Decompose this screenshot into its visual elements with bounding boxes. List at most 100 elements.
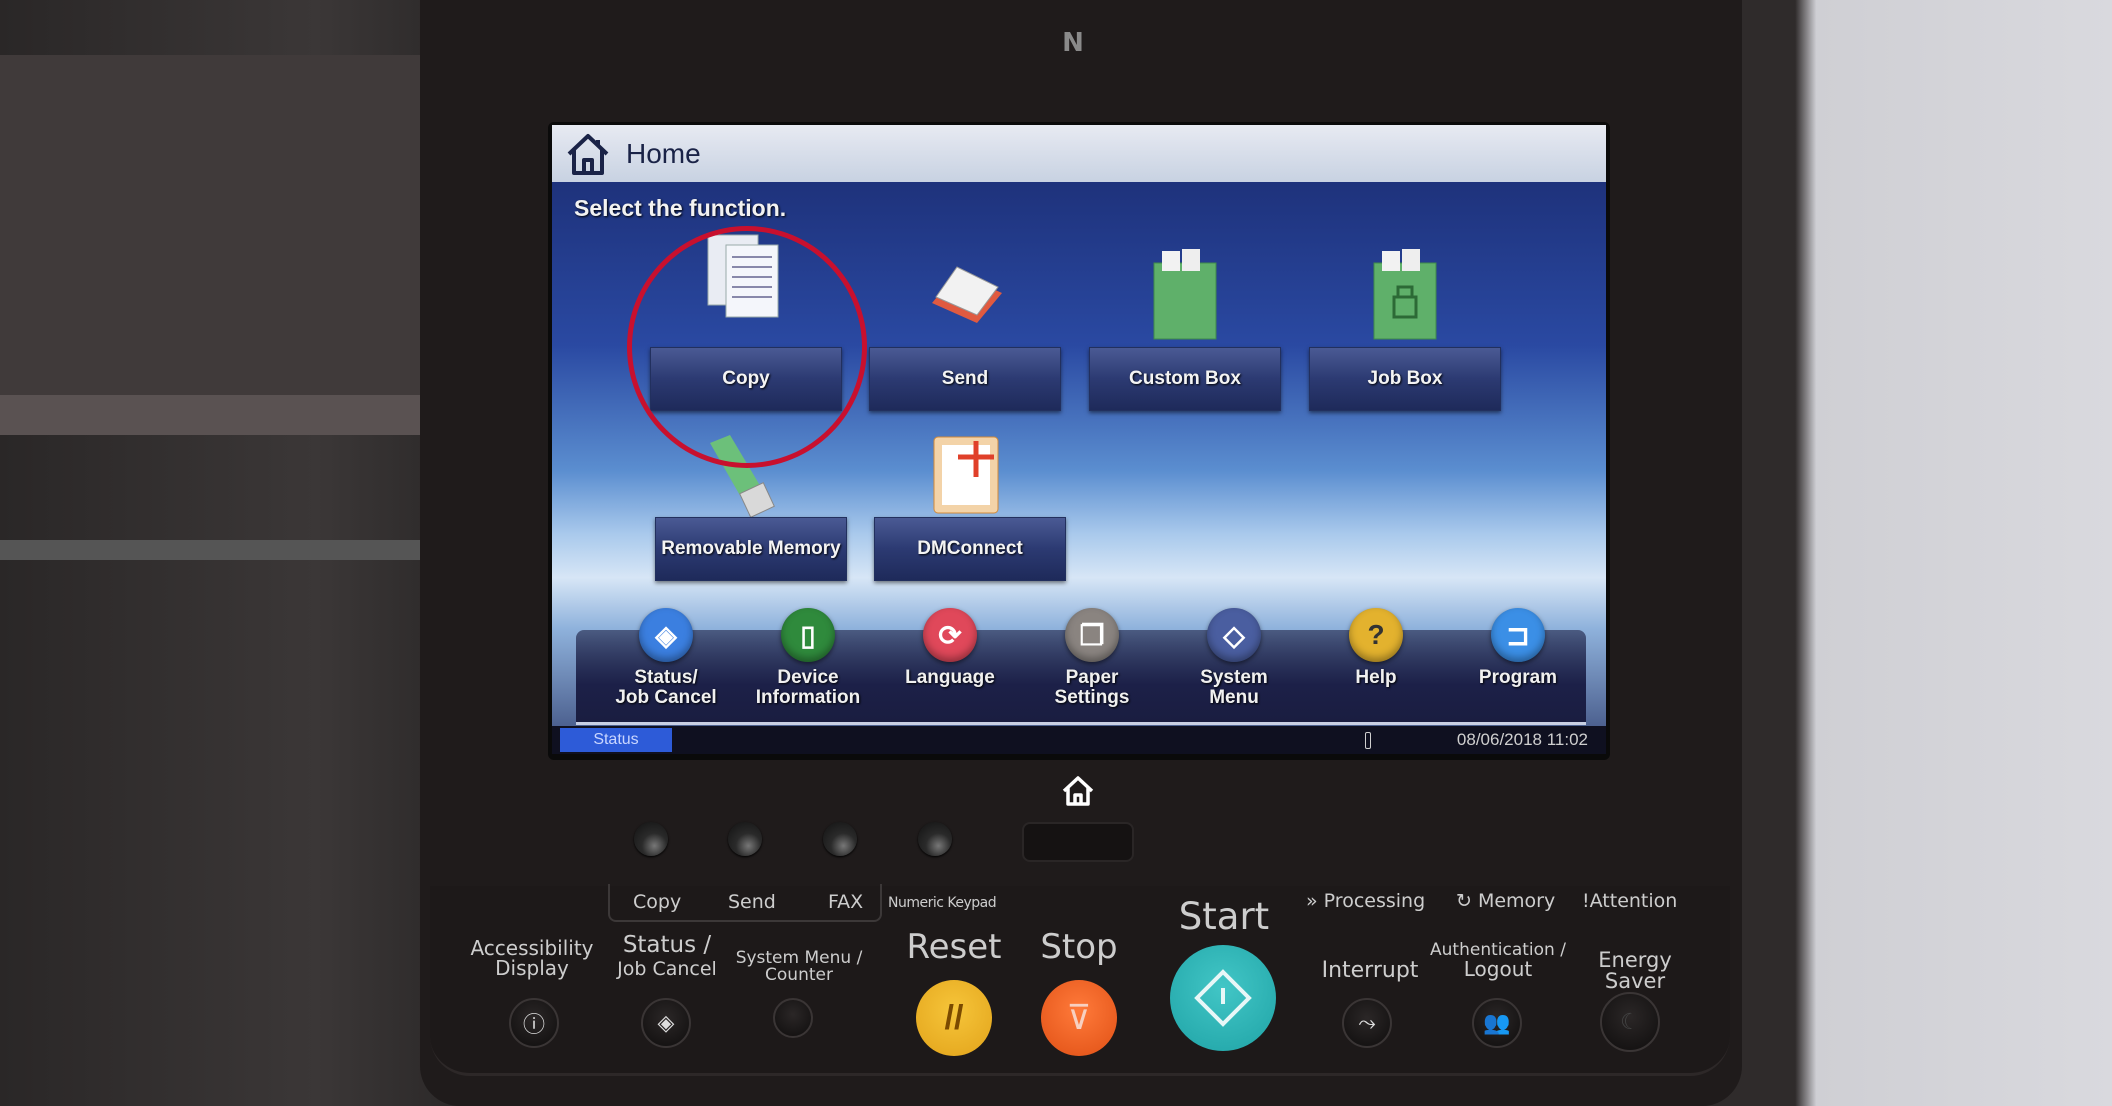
send-tile-label: Send	[941, 368, 989, 389]
dmconnect-tile-label: DMConnect	[917, 538, 1023, 559]
stop-icon: ⊽	[1066, 999, 1092, 1037]
device-information-shortcut[interactable]: ▯ Device Information	[738, 608, 878, 708]
label-line: Status /	[622, 932, 712, 958]
label-line: Logout	[1463, 957, 1533, 981]
panel-slot	[1022, 822, 1134, 862]
copy-mode-label: Copy	[633, 891, 682, 913]
label-line: Settings	[1054, 687, 1130, 708]
label-line: Menu	[1209, 687, 1259, 708]
numeric-keypad-label: Numeric Keypad	[888, 895, 997, 911]
quick-access-bar: ◈ Status/Job Cancel ▯ Device Information …	[576, 608, 1586, 725]
wall-trim	[0, 395, 430, 435]
label-line: Help	[1355, 667, 1397, 688]
accessibility-display-label: Accessibility Display	[470, 938, 594, 978]
nfc-icon: N	[1062, 28, 1084, 58]
language-shortcut[interactable]: ⟳ Language	[880, 608, 1020, 688]
home-icon	[1062, 776, 1094, 806]
label-line: Paper	[1065, 667, 1119, 688]
instruction-text: Select the function.	[574, 195, 787, 221]
label-line: Memory	[1477, 890, 1556, 912]
copy-tile-label: Copy	[722, 368, 770, 389]
authentication-logout-button[interactable]: 👥	[1472, 998, 1522, 1048]
job-box-icon	[1362, 247, 1452, 347]
energy-saver-label: Energy Saver	[1598, 948, 1672, 993]
memory-indicator-icon	[1365, 732, 1371, 749]
accessibility-icon: ⓘ	[522, 1012, 545, 1037]
processing-indicator: » Processing	[1306, 892, 1425, 911]
job-box-tile-label: Job Box	[1367, 368, 1443, 389]
wall-trim	[0, 540, 430, 560]
interrupt-button[interactable]: ⤳	[1342, 998, 1392, 1048]
status-diamond-icon: ◈	[639, 608, 693, 662]
program-icon: ⊐	[1491, 608, 1545, 662]
stop-label: Stop	[1040, 927, 1118, 967]
custom-box-icon	[1142, 247, 1232, 347]
send-tile[interactable]: Send	[869, 347, 1061, 411]
label-line: Language	[905, 667, 995, 688]
label-line: Attention	[1589, 890, 1678, 912]
status-job-cancel-button[interactable]: ◈	[641, 998, 691, 1048]
help-shortcut[interactable]: ? Help	[1306, 608, 1446, 688]
soft-key-1[interactable]	[634, 822, 668, 856]
photo-scene: N Home Select the function. Copy Send Cu…	[0, 0, 2112, 1106]
label-line: System	[1200, 667, 1268, 688]
start-label: Start	[1178, 895, 1270, 938]
start-diamond-icon	[1194, 969, 1252, 1027]
reset-slash-icon: //	[944, 998, 964, 1037]
energy-saver-button[interactable]: ☾	[1600, 992, 1660, 1052]
removable-memory-tile[interactable]: Removable Memory	[655, 517, 847, 581]
authentication-logout-label: Authentication / Logout	[1428, 942, 1568, 980]
memory-indicator: ↻ Memory	[1456, 892, 1555, 911]
memory-icon: ↻	[1456, 890, 1472, 912]
soft-key-3[interactable]	[823, 822, 857, 856]
paper-settings-shortcut[interactable]: ❐ Paper Settings	[1022, 608, 1162, 708]
soft-key-2[interactable]	[728, 822, 762, 856]
copy-documents-icon	[700, 225, 790, 325]
system-menu-shortcut[interactable]: ◇ System Menu	[1164, 608, 1304, 708]
system-menu-counter-label: System Menu / Counter	[732, 950, 866, 984]
status-job-cancel-shortcut[interactable]: ◈ Status/Job Cancel	[596, 608, 736, 708]
interrupt-label: Interrupt	[1321, 958, 1419, 983]
label-line: Program	[1478, 667, 1558, 688]
label-line: Display	[495, 956, 569, 980]
label-line: Status/	[634, 667, 698, 688]
removable-memory-tile-label: Removable Memory	[661, 538, 841, 559]
date-time: 08/06/2018 11:02	[1456, 730, 1588, 749]
custom-box-tile[interactable]: Custom Box	[1089, 347, 1281, 411]
processing-icon: »	[1306, 890, 1318, 912]
job-box-tile[interactable]: Job Box	[1309, 347, 1501, 411]
custom-box-tile-label: Custom Box	[1129, 368, 1241, 389]
start-button[interactable]	[1170, 945, 1276, 1051]
send-mode-label: Send	[728, 891, 776, 913]
title-bar: Home	[552, 125, 1606, 182]
system-menu-icon: ◇	[1207, 608, 1261, 662]
status-button[interactable]: Status	[560, 728, 672, 752]
users-icon: 👥	[1483, 1010, 1511, 1035]
soft-key-4[interactable]	[918, 822, 952, 856]
page-title: Home	[626, 137, 701, 169]
wall-panel	[0, 55, 430, 395]
label-line: Processing	[1323, 890, 1426, 912]
system-menu-counter-button[interactable]	[773, 998, 813, 1038]
accessibility-display-button[interactable]: ⓘ	[509, 998, 559, 1048]
program-shortcut[interactable]: ⊐ Program	[1448, 608, 1588, 688]
label-line: Information	[755, 687, 861, 708]
reset-button[interactable]: //	[916, 980, 992, 1056]
paper-settings-icon: ❐	[1065, 608, 1119, 662]
label-line: Job Cancel	[617, 958, 717, 980]
home-key[interactable]	[1060, 774, 1096, 808]
stop-button[interactable]: ⊽	[1041, 980, 1117, 1056]
status-bar: Status 08/06/2018 11:02	[552, 726, 1606, 754]
dmconnect-tile[interactable]: DMConnect	[874, 517, 1066, 581]
fax-mode-label: FAX	[828, 891, 864, 913]
home-icon	[564, 131, 612, 177]
reset-label: Reset	[906, 927, 1002, 967]
status-job-cancel-label: Status / Job Cancel	[610, 934, 724, 980]
label-line: Job Cancel	[615, 687, 717, 708]
copy-tile[interactable]: Copy	[650, 347, 842, 411]
device-info-icon: ▯	[781, 608, 835, 662]
attention-indicator: !Attention	[1582, 892, 1677, 911]
touch-screen: Home Select the function. Copy Send Cust…	[552, 125, 1606, 754]
label-line: Device	[777, 667, 839, 688]
help-icon: ?	[1349, 608, 1403, 662]
